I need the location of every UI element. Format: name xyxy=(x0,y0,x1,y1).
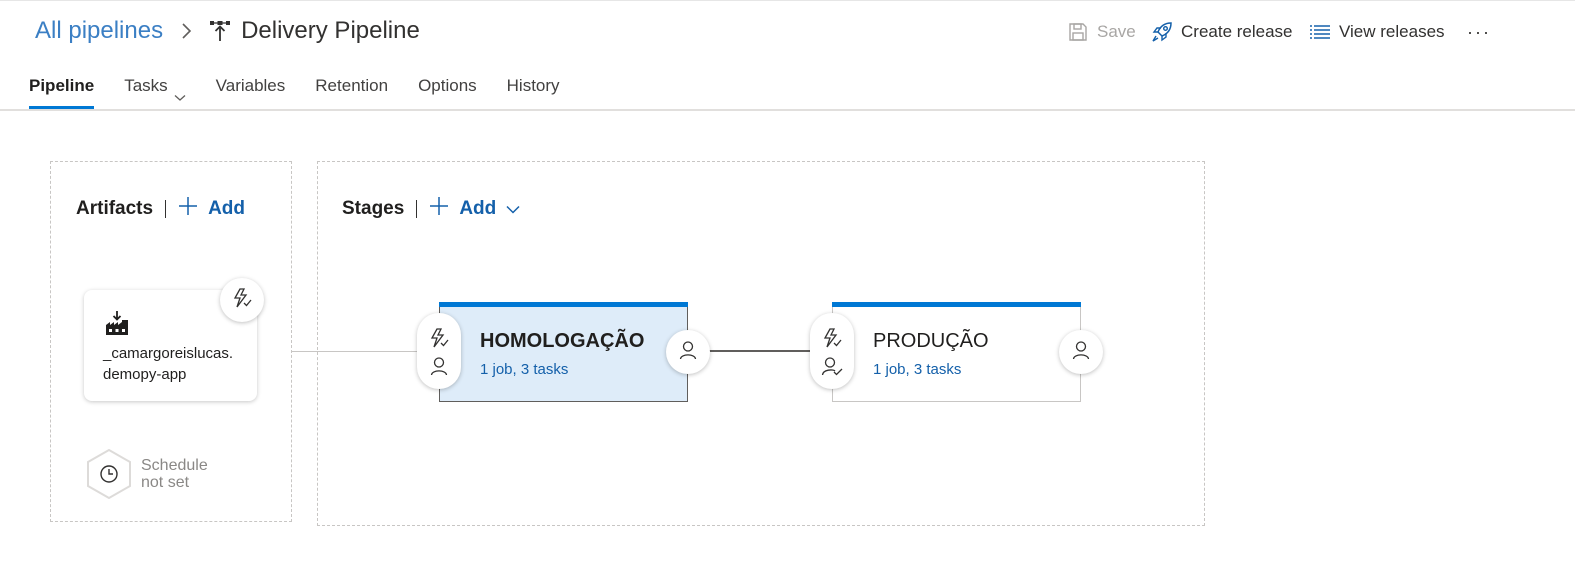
add-artifact-label: Add xyxy=(208,198,246,219)
person-icon xyxy=(678,340,698,365)
rocket-icon xyxy=(1151,21,1173,43)
plus-icon xyxy=(178,196,198,222)
header-divider xyxy=(416,200,418,218)
person-icon xyxy=(1071,340,1091,365)
stage-name: HOMOLOGAÇÃO xyxy=(480,330,645,352)
tab-divider xyxy=(0,109,1575,111)
breadcrumb: All pipelines Delivery Pipeline xyxy=(35,14,420,48)
stage-accent-bar xyxy=(439,302,688,307)
tab-bar: Pipeline Tasks Variables Retention Optio… xyxy=(29,72,590,111)
stage-card-homologacao[interactable]: HOMOLOGAÇÃO 1 job, 3 tasks xyxy=(439,302,688,402)
tab-tasks[interactable]: Tasks xyxy=(124,72,186,111)
trigger-icon xyxy=(821,327,843,349)
chevron-down-icon xyxy=(506,198,520,220)
artifact-name: _camargoreislucas. demopy-app xyxy=(103,343,253,385)
tab-label: Variables xyxy=(215,76,286,95)
trigger-icon xyxy=(231,287,253,314)
artifacts-header: Artifacts Add xyxy=(76,196,245,222)
stage-card-producao[interactable]: PRODUÇÃO 1 job, 3 tasks xyxy=(832,302,1081,402)
release-pipeline-icon xyxy=(209,19,231,43)
list-icon xyxy=(1309,21,1331,43)
stage-to-stage-connector xyxy=(709,350,811,352)
save-label: Save xyxy=(1097,22,1136,41)
build-artifact-icon xyxy=(104,310,130,336)
tab-label: Options xyxy=(418,76,477,95)
tab-options[interactable]: Options xyxy=(418,72,477,108)
add-artifact-button[interactable]: Add xyxy=(178,196,245,222)
schedule-status: Schedule not set xyxy=(141,457,208,491)
pre-deployment-conditions-button[interactable] xyxy=(810,313,854,389)
header-divider xyxy=(165,200,167,218)
clock-icon xyxy=(86,448,132,500)
chevron-down-icon xyxy=(174,83,186,111)
schedule-button[interactable]: Schedule not set xyxy=(86,448,226,500)
save-icon xyxy=(1067,21,1089,43)
page-title: Delivery Pipeline xyxy=(241,17,420,44)
view-releases-button[interactable]: View releases xyxy=(1309,18,1445,46)
tab-label: History xyxy=(506,76,560,95)
more-actions-button[interactable]: ··· xyxy=(1464,18,1494,46)
tab-retention[interactable]: Retention xyxy=(315,72,388,108)
schedule-line1: Schedule xyxy=(141,457,208,474)
plus-icon xyxy=(429,196,449,222)
top-border xyxy=(0,0,1575,1)
stages-header: Stages Add xyxy=(342,196,520,222)
add-stage-button[interactable]: Add xyxy=(429,196,520,222)
tab-pipeline[interactable]: Pipeline xyxy=(29,72,95,109)
continuous-deployment-trigger-button[interactable] xyxy=(220,278,264,322)
artifacts-title: Artifacts xyxy=(76,198,154,219)
tab-variables[interactable]: Variables xyxy=(216,72,286,108)
tab-history[interactable]: History xyxy=(507,72,560,108)
person-approval-icon xyxy=(821,355,843,377)
stage-tasks-link[interactable]: 1 job, 3 tasks xyxy=(480,361,568,378)
artifact-to-stage-connector xyxy=(292,351,418,352)
stages-title: Stages xyxy=(342,198,405,219)
stage-tasks-link[interactable]: 1 job, 3 tasks xyxy=(873,361,961,378)
view-releases-label: View releases xyxy=(1339,22,1445,41)
chevron-right-icon xyxy=(177,22,195,40)
tab-label: Retention xyxy=(315,76,389,95)
save-button[interactable]: Save xyxy=(1067,18,1136,46)
artifact-name-line1: _camargoreislucas. xyxy=(103,345,234,362)
stage-accent-bar xyxy=(832,302,1081,307)
post-deployment-approvals-button[interactable] xyxy=(1059,330,1103,374)
create-release-button[interactable]: Create release xyxy=(1151,18,1293,46)
stage-name: PRODUÇÃO xyxy=(873,330,989,352)
artifact-name-line2: demopy-app xyxy=(103,366,187,383)
person-icon xyxy=(428,355,450,377)
all-pipelines-link[interactable]: All pipelines xyxy=(35,17,163,45)
schedule-line2: not set xyxy=(141,474,190,491)
tab-label: Tasks xyxy=(124,76,168,95)
post-deployment-approvals-button[interactable] xyxy=(666,330,710,374)
more-icon: ··· xyxy=(1467,21,1491,42)
tab-label: Pipeline xyxy=(29,76,95,95)
add-stage-label: Add xyxy=(459,198,497,219)
trigger-icon xyxy=(428,327,450,349)
pre-deployment-conditions-button[interactable] xyxy=(417,313,461,389)
create-release-label: Create release xyxy=(1181,22,1293,41)
